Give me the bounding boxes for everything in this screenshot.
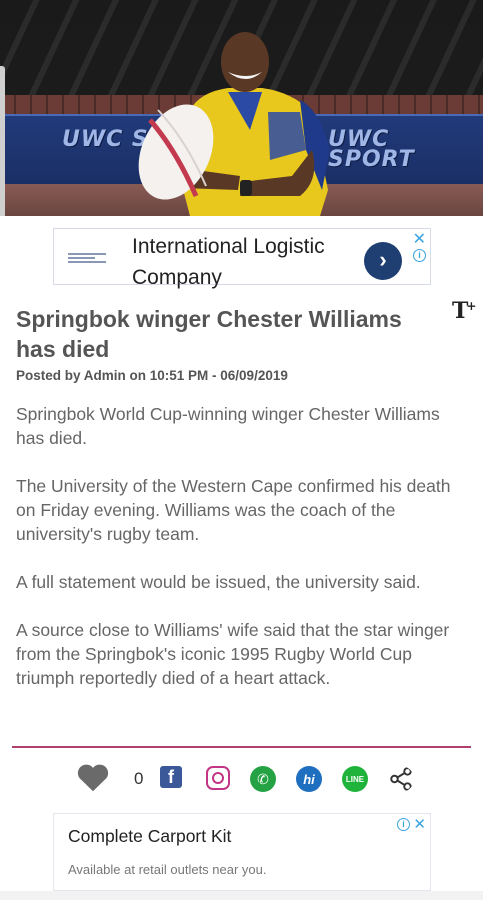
ad-subtitle: Available at retail outlets near you. — [68, 862, 267, 877]
ad-title[interactable]: Complete Carport Kit — [68, 826, 231, 847]
player-figure — [138, 32, 330, 216]
font-toggle-plus: + — [466, 298, 477, 313]
article-paragraph: Springbok World Cup-winning winger Chest… — [16, 404, 440, 448]
share-bar: 0 f ✆ hi LINE — [74, 758, 424, 798]
side-drawer-handle[interactable] — [0, 66, 5, 216]
bottom-ad-banner[interactable]: Complete Carport Kit Available at retail… — [53, 813, 431, 891]
font-size-toggle-icon[interactable]: T+ — [452, 298, 476, 324]
heart-icon[interactable] — [74, 758, 112, 796]
bottom-strip — [0, 891, 483, 900]
section-divider — [12, 746, 471, 748]
ad-close-icon[interactable]: ✕ — [413, 229, 426, 249]
article-paragraph: A source close to Williams' wife said th… — [16, 620, 450, 688]
ad-info-icon[interactable]: i — [413, 249, 426, 262]
top-ad-banner[interactable]: International Logistic Company › ✕ i — [53, 228, 431, 289]
ad-logo-icon — [68, 253, 106, 263]
article-paragraph: The University of the Western Cape confi… — [16, 476, 451, 544]
article-headline: Springbok winger Chester Williams has di… — [16, 306, 402, 362]
share-icon[interactable] — [388, 766, 414, 792]
hike-icon[interactable]: hi — [296, 766, 322, 792]
ad-info-icon[interactable]: i — [397, 818, 410, 831]
article-body: Springbok World Cup-winning winger Chest… — [16, 402, 466, 714]
instagram-icon[interactable] — [206, 766, 230, 790]
article-byline: Posted by Admin on 10:51 PM - 06/09/2019 — [16, 368, 288, 383]
ad-open-button[interactable]: › — [364, 242, 402, 280]
article-paragraph: A full statement would be issued, the un… — [16, 572, 421, 592]
like-count: 0 — [134, 769, 144, 788]
ad-title[interactable]: International Logistic Company — [132, 231, 382, 293]
line-icon[interactable]: LINE — [342, 766, 368, 792]
whatsapp-icon[interactable]: ✆ — [250, 766, 276, 792]
hero-image: UWC SPORT UWC SPORT — [0, 0, 483, 216]
facebook-icon[interactable]: f — [160, 766, 182, 788]
ad-close-icon[interactable]: ✕ — [413, 815, 426, 833]
